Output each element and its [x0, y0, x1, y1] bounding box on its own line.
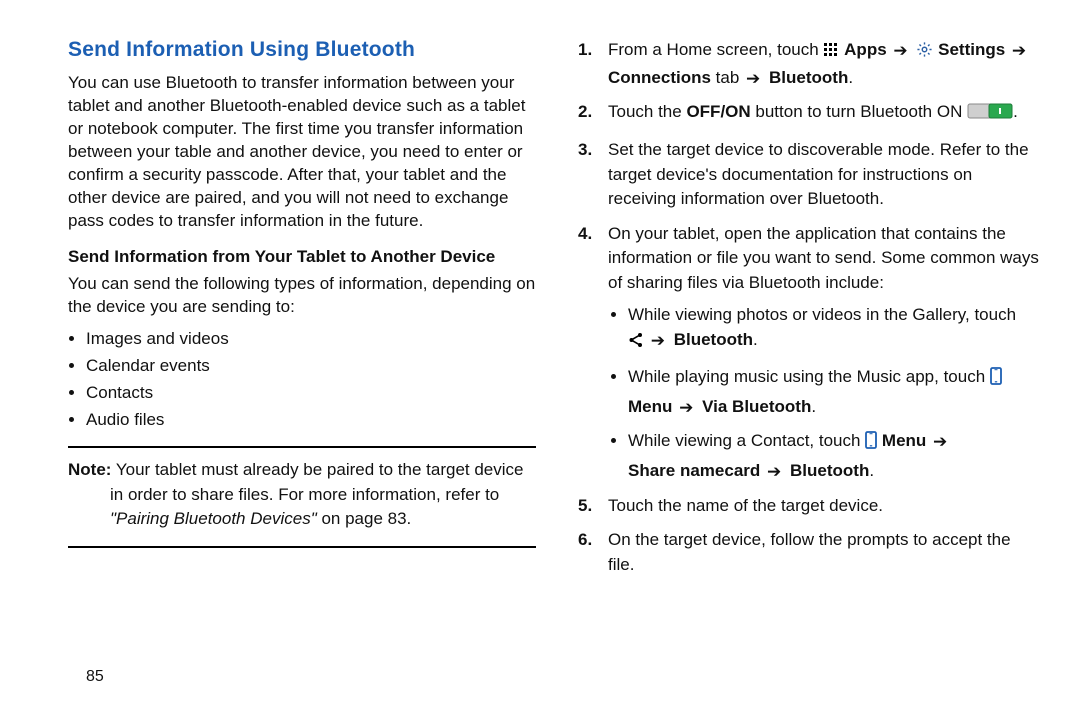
connections-label: Connections	[608, 68, 711, 87]
sub3-period: .	[869, 461, 874, 480]
send-intro: You can send the following types of info…	[68, 273, 536, 319]
phone-icon	[990, 367, 1002, 393]
step-4: On your tablet, open the application tha…	[608, 222, 1040, 484]
note-line1: Your tablet must already be paired to th…	[111, 460, 523, 479]
apps-grid-icon	[823, 41, 839, 66]
list-item: Calendar events	[86, 355, 536, 378]
arrow-icon: ➔	[767, 459, 781, 485]
step2-mid: button to turn Bluetooth ON	[751, 102, 967, 121]
toggle-on-icon	[967, 102, 1013, 128]
menu-label: Menu	[628, 397, 672, 416]
note-label: Note:	[68, 460, 111, 479]
left-column: Send Information Using Bluetooth You can…	[68, 38, 536, 686]
step1-period: .	[848, 68, 853, 87]
step2-pre: Touch the	[608, 102, 686, 121]
arrow-icon: ➔	[746, 67, 760, 92]
menu-label: Menu	[882, 431, 926, 450]
step4-sublist: While viewing photos or videos in the Ga…	[608, 302, 1040, 484]
via-bluetooth-label: Via Bluetooth	[702, 397, 811, 416]
bluetooth-label: Bluetooth	[769, 68, 848, 87]
gear-icon	[916, 41, 933, 66]
sub2-text: While playing music using the Music app,…	[628, 367, 990, 386]
sub-bullet-gallery: While viewing photos or videos in the Ga…	[628, 302, 1040, 356]
arrow-icon: ➔	[1012, 39, 1026, 64]
arrow-icon: ➔	[679, 395, 693, 421]
settings-label: Settings	[938, 40, 1005, 59]
list-item: Contacts	[86, 382, 536, 405]
list-item: Audio files	[86, 409, 536, 432]
intro-paragraph: You can use Bluetooth to transfer inform…	[68, 72, 536, 233]
step-6: On the target device, follow the prompts…	[608, 528, 1040, 577]
note-line2: in order to share files. For more inform…	[110, 483, 536, 508]
note-citation: "Pairing Bluetooth Devices"	[110, 509, 317, 528]
bluetooth-label: Bluetooth	[674, 330, 753, 349]
step-2: Touch the OFF/ON button to turn Bluetoot…	[608, 100, 1040, 128]
steps-list: From a Home screen, touch Apps ➔	[572, 38, 1040, 578]
step1-pre: From a Home screen, touch	[608, 40, 823, 59]
right-column: From a Home screen, touch Apps ➔	[572, 38, 1040, 686]
phone-icon	[865, 431, 877, 457]
sub1-text: While viewing photos or videos in the Ga…	[628, 305, 1016, 324]
share-namecard-label: Share namecard	[628, 461, 760, 480]
step2-period: .	[1013, 102, 1018, 121]
step-5: Touch the name of the target device.	[608, 494, 1040, 519]
sub3-text: While viewing a Contact, touch	[628, 431, 865, 450]
step-1: From a Home screen, touch Apps ➔	[608, 38, 1040, 90]
sub-bullet-contact: While viewing a Contact, touch Menu ➔ Sh…	[628, 428, 1040, 484]
offon-label: OFF/ON	[686, 102, 750, 121]
list-item: Images and videos	[86, 328, 536, 351]
arrow-icon: ➔	[651, 328, 665, 354]
share-icon	[628, 330, 644, 356]
manual-page: Send Information Using Bluetooth You can…	[0, 0, 1080, 706]
sub1-period: .	[753, 330, 758, 349]
sub-bullet-music: While playing music using the Music app,…	[628, 364, 1040, 420]
step4-main: On your tablet, open the application tha…	[608, 224, 1039, 292]
tab-word: tab	[711, 68, 744, 87]
note-line3: "Pairing Bluetooth Devices" on page 83.	[110, 507, 536, 532]
step-3: Set the target device to discoverable mo…	[608, 138, 1040, 212]
note-text: Note: Your tablet must already be paired…	[68, 458, 536, 532]
sub2-period: .	[811, 397, 816, 416]
apps-label: Apps	[844, 40, 887, 59]
section-heading: Send Information Using Bluetooth	[68, 38, 536, 62]
note-after-cite: on page 83.	[317, 509, 412, 528]
info-type-list: Images and videos Calendar events Contac…	[68, 328, 536, 432]
bluetooth-label: Bluetooth	[790, 461, 869, 480]
page-number: 85	[86, 668, 536, 686]
arrow-icon: ➔	[933, 429, 947, 455]
note-box: Note: Your tablet must already be paired…	[68, 446, 536, 548]
subsection-heading: Send Information from Your Tablet to Ano…	[68, 247, 536, 267]
arrow-icon: ➔	[893, 39, 907, 64]
